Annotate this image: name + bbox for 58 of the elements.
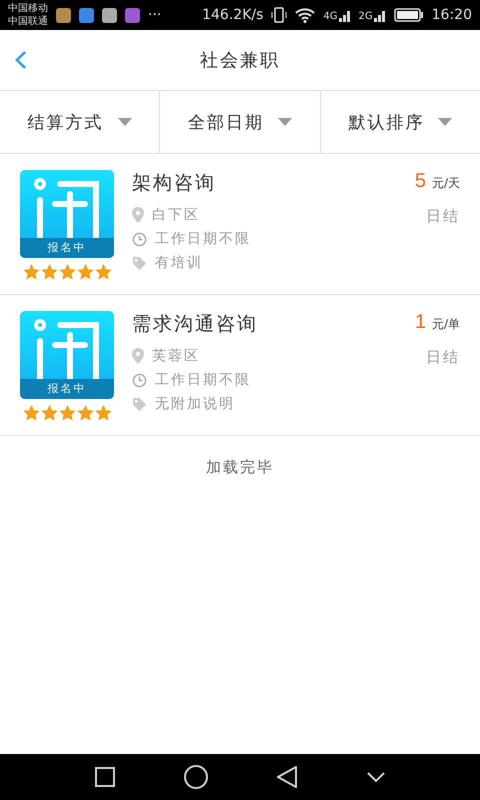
price-unit: 元/单 bbox=[432, 316, 460, 333]
notification-icon bbox=[79, 8, 94, 22]
job-location: 白下区 bbox=[152, 206, 200, 224]
price-unit: 元/天 bbox=[432, 175, 460, 192]
caret-icon bbox=[278, 118, 292, 126]
clock-icon bbox=[132, 232, 147, 246]
tag-icon bbox=[132, 396, 147, 412]
star-icon bbox=[58, 264, 76, 280]
star-icon bbox=[22, 405, 40, 421]
carrier-name: 中国联通 bbox=[8, 15, 48, 28]
status-badge: 报名中 bbox=[20, 238, 114, 258]
signal-icon bbox=[338, 8, 351, 22]
job-note: 有培训 bbox=[155, 254, 203, 272]
notification-icon bbox=[56, 8, 71, 22]
vibrate-icon bbox=[271, 7, 288, 23]
job-price: 5 bbox=[414, 170, 426, 193]
job-location: 芙蓉区 bbox=[152, 347, 200, 365]
carrier-name: 中国移动 bbox=[8, 2, 48, 15]
job-card[interactable]: 报名中 架构咨询 白下区 工作日期不限 有培训 5 元/天 日结 bbox=[0, 154, 480, 295]
load-complete-text: 加载完毕 bbox=[206, 457, 274, 478]
network-type: 4G bbox=[323, 11, 338, 22]
battery-icon bbox=[394, 8, 424, 22]
location-pin-icon bbox=[132, 348, 144, 364]
star-icon bbox=[58, 405, 76, 421]
clock-icon bbox=[132, 372, 147, 388]
back-nav-button[interactable] bbox=[276, 765, 298, 789]
star-icon bbox=[94, 264, 112, 280]
job-title: 需求沟通咨询 bbox=[132, 312, 259, 337]
notification-icon bbox=[102, 8, 117, 22]
job-card[interactable]: 报名中 需求沟通咨询 芙蓉区 工作日期不限 无附加说明 1 元/单 日结 bbox=[0, 295, 480, 436]
job-date: 工作日期不限 bbox=[155, 230, 251, 248]
status-badge: 报名中 bbox=[20, 379, 114, 399]
star-icon bbox=[40, 405, 58, 421]
job-note: 无附加说明 bbox=[155, 395, 235, 413]
location-pin-icon bbox=[132, 207, 144, 223]
home-button[interactable] bbox=[182, 764, 208, 790]
page-title: 社会兼职 bbox=[200, 49, 280, 72]
network-type: 2G bbox=[358, 11, 373, 22]
job-date: 工作日期不限 bbox=[155, 371, 251, 389]
settlement-type: 日结 bbox=[426, 348, 460, 367]
settlement-type: 日结 bbox=[426, 207, 460, 226]
recents-button[interactable] bbox=[94, 766, 116, 788]
caret-icon bbox=[438, 118, 452, 126]
caret-icon bbox=[118, 118, 132, 126]
wifi-icon bbox=[295, 7, 316, 23]
star-icon bbox=[94, 405, 112, 421]
star-icon bbox=[76, 264, 94, 280]
job-price: 1 bbox=[414, 311, 426, 334]
signal-icon bbox=[374, 8, 386, 22]
star-icon bbox=[40, 264, 58, 280]
star-icon bbox=[76, 405, 94, 421]
clock-time: 16:20 bbox=[432, 7, 472, 23]
tag-icon bbox=[132, 256, 147, 270]
job-title: 架构咨询 bbox=[132, 171, 217, 196]
notification-icon bbox=[125, 8, 140, 22]
more-notifications: ··· bbox=[148, 7, 162, 23]
network-speed: 146.2K/s bbox=[202, 7, 264, 23]
star-icon bbox=[22, 264, 40, 280]
